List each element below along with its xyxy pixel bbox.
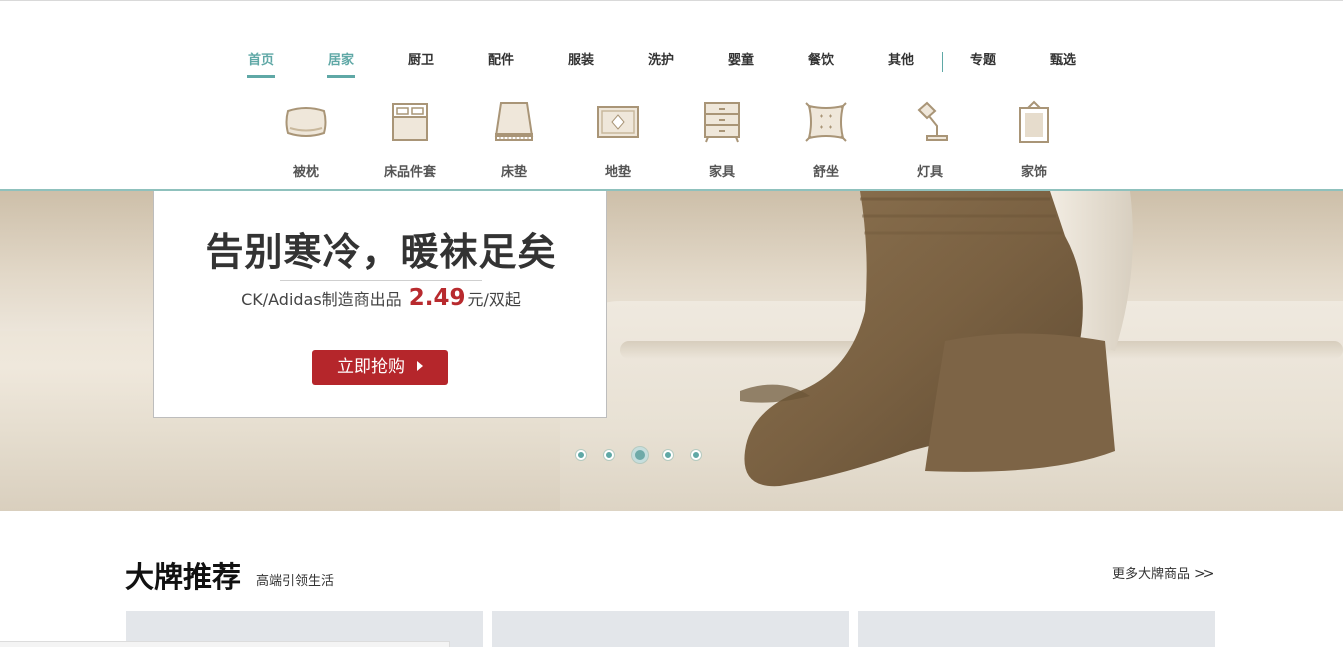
- nav-item-apparel[interactable]: 服装: [551, 50, 611, 78]
- subnav-label: 舒坐: [812, 165, 839, 180]
- nav-item-baby[interactable]: 婴童: [711, 50, 771, 78]
- double-chevron-right-icon: >>: [1194, 566, 1215, 582]
- carousel-dot-4[interactable]: [663, 450, 673, 460]
- subnav-item-lighting[interactable]: 灯具: [890, 100, 970, 180]
- subnav-item-seating[interactable]: 舒坐: [786, 100, 866, 180]
- promo-subtitle-prefix: CK/Adidas制造商出品: [241, 290, 402, 309]
- lamp-icon: [917, 101, 948, 141]
- floor-mat-icon: [597, 106, 639, 138]
- nav-item-kitchen-bath[interactable]: 厨卫: [391, 50, 451, 78]
- promo-subtitle: CK/Adidas制造商出品 2.49 元/双起: [154, 285, 608, 311]
- subnav-item-decor[interactable]: 家饰: [994, 100, 1074, 180]
- nav-divider: [942, 52, 943, 72]
- sock-image: [740, 191, 1133, 487]
- section-title: 大牌推荐: [125, 560, 242, 594]
- subnav-item-pillows[interactable]: 被枕: [266, 100, 346, 180]
- promo-divider: [280, 280, 482, 281]
- nav-item-home-living[interactable]: 居家: [311, 50, 371, 78]
- carousel-dot-2[interactable]: [604, 450, 614, 460]
- more-brands-label: 更多大牌商品: [1112, 567, 1191, 582]
- carousel-dot-3[interactable]: [632, 447, 648, 463]
- nav-item-topics[interactable]: 专题: [953, 50, 1013, 78]
- subnav-item-mattress[interactable]: 床垫: [474, 100, 554, 180]
- main-nav: 首页 居家 厨卫 配件 服装 洗护 婴童 餐饮 其他 专题 甄选: [0, 50, 1343, 80]
- subnav-label: 床品件套: [383, 165, 436, 180]
- nav-item-accessories[interactable]: 配件: [471, 50, 531, 78]
- carousel-dot-1[interactable]: [576, 450, 586, 460]
- promo-title: 告别寒冷，暖袜足矣: [205, 230, 557, 274]
- subnav-label: 灯具: [916, 165, 943, 180]
- subnav-label: 地垫: [604, 165, 631, 180]
- subnav-item-bedding-sets[interactable]: 床品件套: [370, 100, 450, 180]
- subnav-item-floor-mats[interactable]: 地垫: [578, 100, 658, 180]
- more-brands-link[interactable]: 更多大牌商品 >>: [1112, 563, 1215, 582]
- subnav-item-furniture[interactable]: 家具: [682, 100, 762, 180]
- section-subtitle: 高端引领生活: [256, 574, 335, 589]
- status-bar: [0, 641, 450, 647]
- promo-card: 告别寒冷，暖袜足矣 CK/Adidas制造商出品 2.49 元/双起 立即抢购: [153, 191, 607, 418]
- mattress-icon: [494, 102, 534, 141]
- subnav-label: 家饰: [1020, 165, 1047, 180]
- bedding-set-icon: [392, 103, 428, 141]
- promo-price: 2.49: [408, 285, 466, 311]
- top-divider: [0, 0, 1343, 1]
- nav-item-other[interactable]: 其他: [871, 50, 931, 78]
- frame-icon: [1019, 100, 1049, 143]
- carousel-dot-5[interactable]: [691, 450, 701, 460]
- buy-now-label: 立即抢购: [337, 357, 405, 377]
- nav-item-home[interactable]: 首页: [231, 50, 291, 78]
- pillow-icon: [285, 107, 327, 137]
- buy-now-button[interactable]: 立即抢购: [312, 350, 448, 385]
- nav-item-selection[interactable]: 甄选: [1033, 50, 1093, 78]
- subnav-label: 床垫: [500, 165, 527, 180]
- nav-item-food[interactable]: 餐饮: [791, 50, 851, 78]
- cabinet-icon: [704, 102, 740, 143]
- subnav-label: 家具: [708, 165, 735, 180]
- cushion-icon: [805, 102, 847, 142]
- brand-card-3[interactable]: [858, 611, 1215, 647]
- promo-subtitle-suffix: 元/双起: [467, 290, 521, 309]
- subnav-label: 被枕: [292, 165, 319, 180]
- brand-card-2[interactable]: [492, 611, 849, 647]
- nav-item-wash-care[interactable]: 洗护: [631, 50, 691, 78]
- play-arrow-icon: [417, 361, 423, 371]
